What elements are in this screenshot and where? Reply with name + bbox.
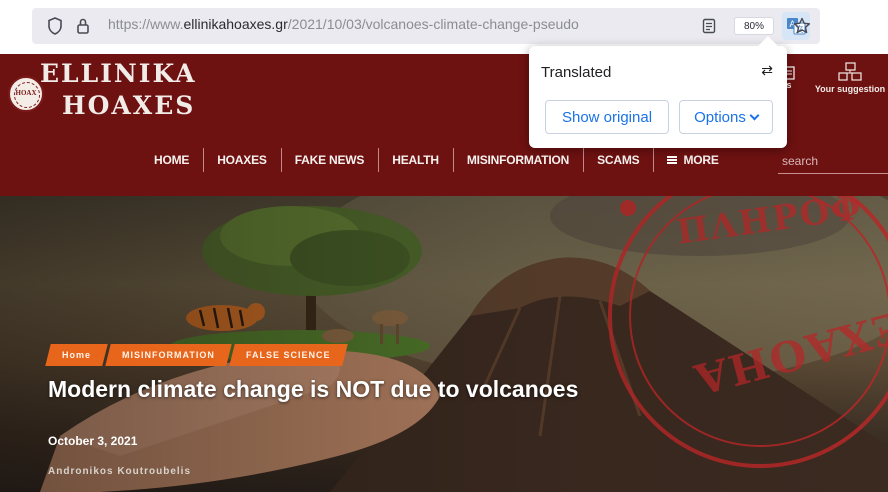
chevron-down-icon	[749, 110, 760, 121]
breadcrumb-misinformation[interactable]: MISINFORMATION	[105, 344, 232, 366]
shield-icon[interactable]	[44, 8, 66, 44]
nav-health[interactable]: HEALTH	[378, 142, 453, 178]
article-author[interactable]: Andronikos Koutroubelis	[48, 466, 191, 477]
logo-seal: HOAX	[8, 76, 44, 112]
swap-language-icon[interactable]: ⇄	[761, 62, 773, 79]
nav-more-label: MORE	[683, 153, 719, 167]
translation-popup: Translated ⇄ Show original Options	[529, 36, 787, 148]
reader-view-icon[interactable]	[698, 8, 720, 44]
breadcrumb-false-science[interactable]: FALSE SCIENCE	[229, 344, 348, 366]
suggestion-icon	[838, 62, 862, 81]
breadcrumb: Home MISINFORMATION FALSE SCIENCE	[45, 344, 348, 366]
url-host: ellinikahoaxes.gr	[183, 16, 288, 32]
your-suggestion-link[interactable]: Your suggestion	[810, 62, 888, 94]
logo-text-line2: HOAXES	[62, 91, 196, 120]
popup-title: Translated	[541, 64, 612, 81]
nav-fake-news[interactable]: FAKE NEWS	[280, 142, 379, 178]
breadcrumb-home[interactable]: Home	[45, 344, 108, 366]
lock-icon[interactable]	[72, 8, 94, 44]
bookmark-star-icon[interactable]	[790, 8, 814, 44]
show-original-button[interactable]: Show original	[545, 100, 669, 134]
nav-home[interactable]: HOME	[140, 142, 203, 178]
article-title: Modern climate change is NOT due to volc…	[48, 376, 579, 402]
hamburger-menu-icon	[667, 156, 678, 164]
site-logo[interactable]: HOAX ELLINIKA HOAXES	[8, 56, 198, 128]
logo-text-line1: ELLINIKA	[40, 59, 197, 88]
url-text[interactable]: https://www.ellinikahoaxes.gr/2021/10/03…	[108, 16, 678, 36]
zoom-level-badge[interactable]: 80%	[734, 17, 774, 35]
url-path: /2021/10/03/volcanoes-climate-change-pse…	[287, 16, 579, 32]
options-label: Options	[694, 108, 746, 126]
article-date: October 3, 2021	[48, 434, 138, 448]
url-bar[interactable]: https://www.ellinikahoaxes.gr/2021/10/03…	[32, 8, 820, 44]
url-prefix: https://www.	[108, 16, 184, 32]
hero-banner: ΠΛΗΡΟΦ SEXAOHA Home MISINFORMATION FALSE…	[0, 196, 888, 492]
your-suggestion-label: Your suggestion	[814, 84, 886, 94]
search-input[interactable]	[778, 148, 888, 174]
nav-hoaxes[interactable]: HOAXES	[203, 142, 280, 178]
options-button[interactable]: Options	[679, 100, 773, 134]
